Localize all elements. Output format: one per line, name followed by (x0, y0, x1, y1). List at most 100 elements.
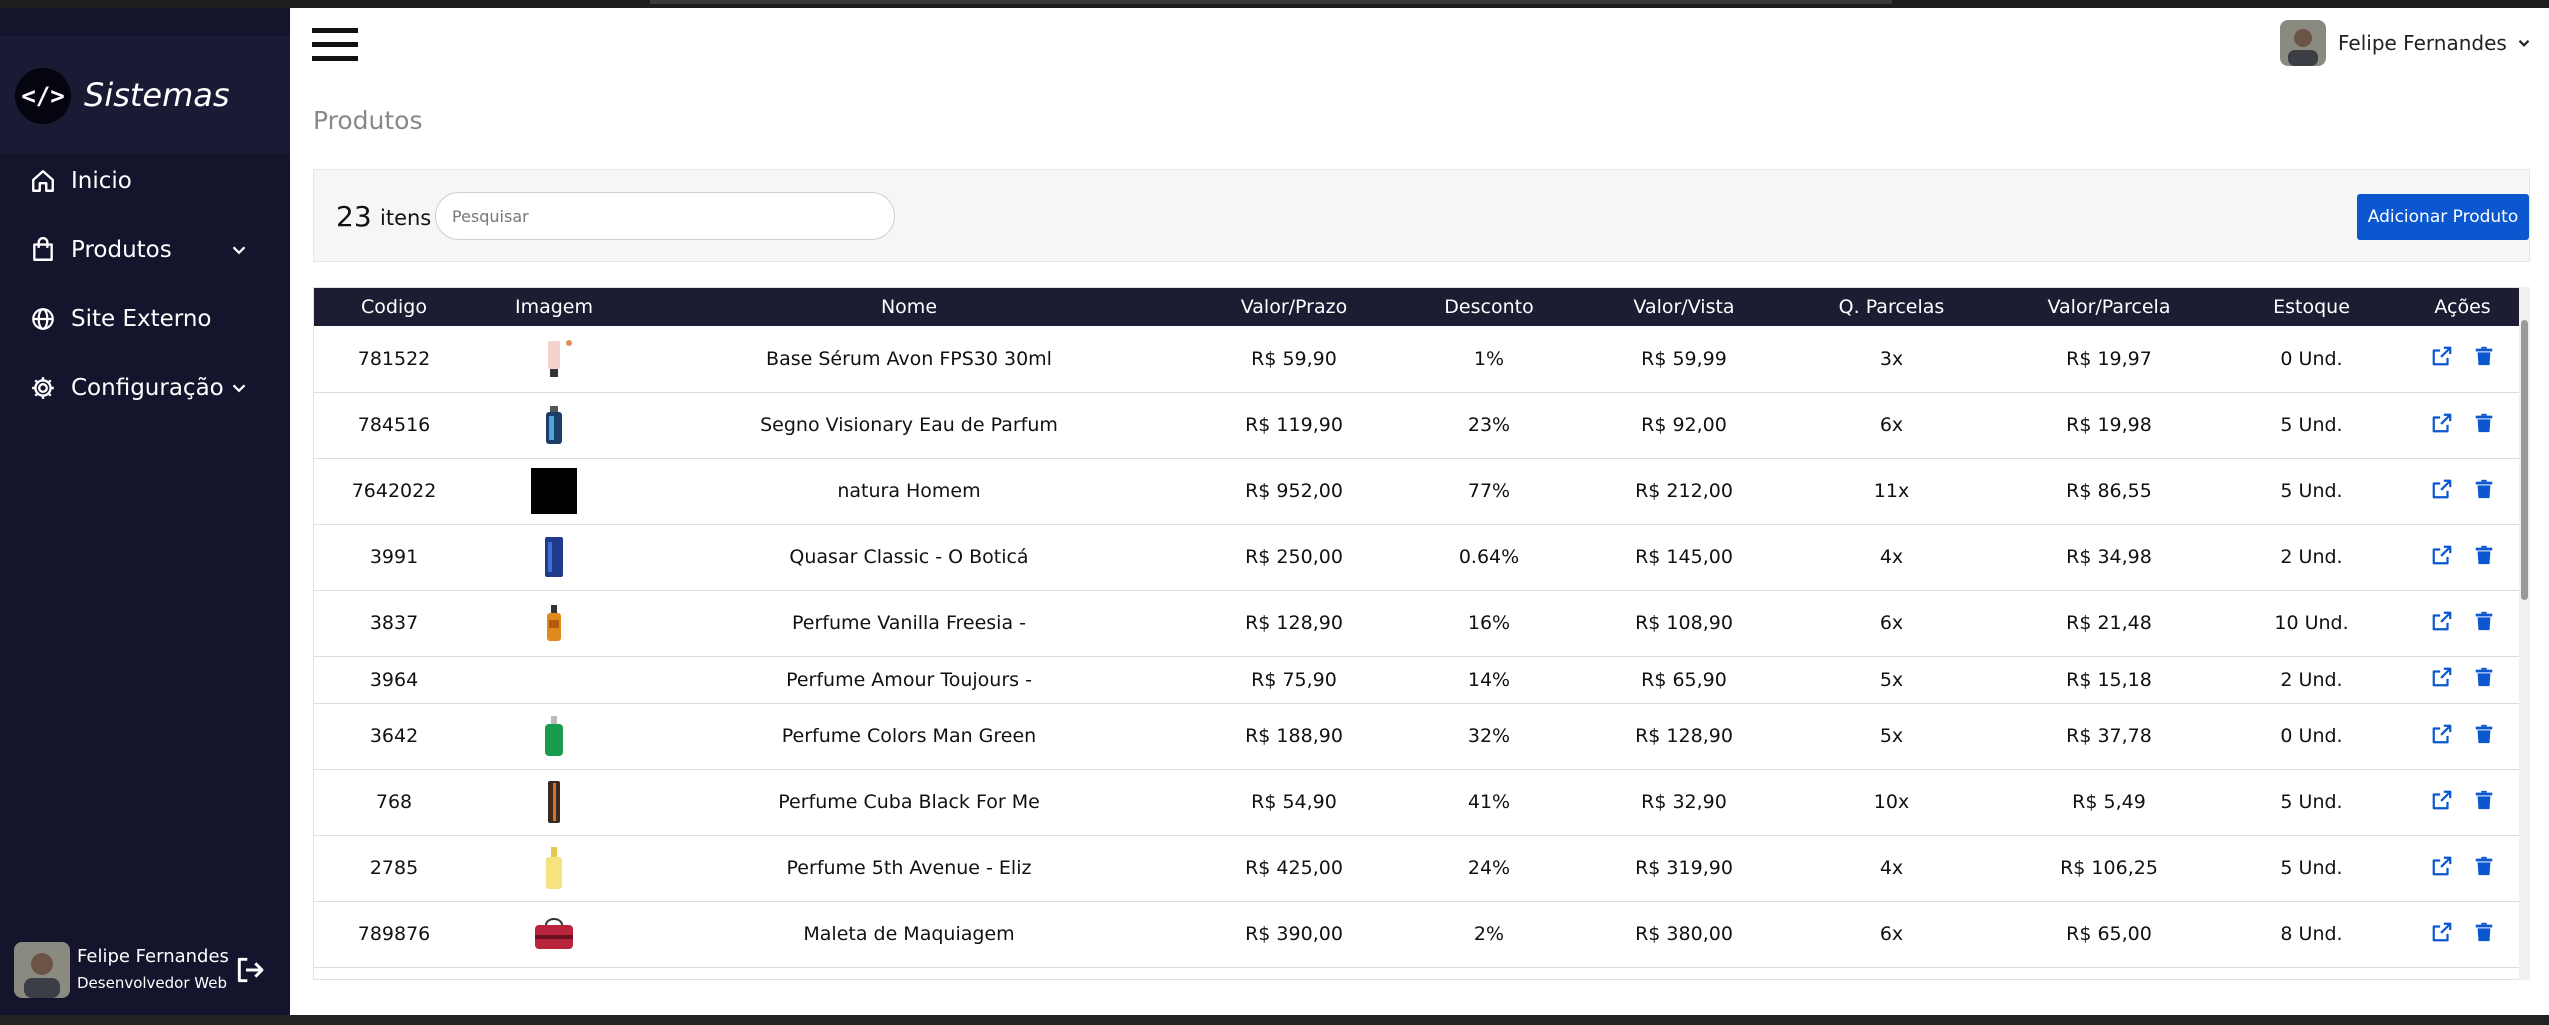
trash-icon[interactable] (2473, 666, 2495, 688)
col-desconto[interactable]: Desconto (1404, 288, 1574, 326)
trash-icon[interactable] (2473, 855, 2495, 877)
cell-desconto: 77% (1404, 458, 1574, 525)
product-image (531, 600, 577, 646)
trash-icon[interactable] (2473, 610, 2495, 632)
sidebar-item-label: Site Externo (71, 306, 212, 332)
product-image (531, 336, 577, 382)
cell-codigo: 3991 (314, 524, 474, 591)
main-content: Felipe Fernandes Produtos 23 itens Adici… (290, 8, 2549, 1015)
logout-icon[interactable] (234, 954, 266, 986)
cell-valor-vista: R$ 212,00 (1574, 458, 1794, 525)
cell-codigo: 3642 (314, 703, 474, 770)
cell-valor-parcela: R$ 21,48 (1989, 590, 2229, 657)
cell-nome: Perfume Amour Toujours - (634, 656, 1184, 704)
trash-icon[interactable] (2473, 921, 2495, 943)
edit-icon[interactable] (2431, 345, 2453, 367)
product-image (531, 911, 577, 957)
table-row[interactable]: 3991 Quasar Classic - O Boticá R$ 250,00 0.… (314, 524, 2529, 591)
col-imagem[interactable]: Imagem (474, 288, 634, 326)
edit-icon[interactable] (2431, 723, 2453, 745)
table-row[interactable]: 3642 Perfume Colors Man Green R$ 188,90 32%… (314, 703, 2529, 770)
col-valor-vista[interactable]: Valor/Vista (1574, 288, 1794, 326)
col-estoque[interactable]: Estoque (2229, 288, 2394, 326)
brand[interactable]: </> Sistemas (0, 36, 290, 154)
sidebar-user-name: Felipe Fernandes (77, 946, 229, 967)
edit-icon[interactable] (2431, 666, 2453, 688)
table-row[interactable]: 3837 Perfume Vanilla Freesia - R$ 128,90 16… (314, 590, 2529, 657)
cell-imagem (474, 392, 634, 459)
cell-imagem (474, 326, 634, 393)
trash-icon[interactable] (2473, 723, 2495, 745)
table-row[interactable]: 2785 Perfume 5th Avenue - Eliz R$ 425,00 24… (314, 835, 2529, 902)
trash-icon[interactable] (2473, 544, 2495, 566)
trash-icon[interactable] (2473, 478, 2495, 500)
product-image (531, 402, 577, 448)
table-row[interactable]: 7642022 natura Homem R$ 952,00 77% R$ 212,00… (314, 458, 2529, 525)
edit-icon[interactable] (2431, 789, 2453, 811)
col-nome[interactable]: Nome (634, 288, 1184, 326)
cell-valor-prazo: R$ 128,90 (1184, 590, 1404, 657)
table-row[interactable]: 781522 Base Sérum Avon FPS30 30ml R$ 59,90… (314, 326, 2529, 393)
table-row[interactable]: 789876 Maleta de Maquiagem R$ 390,00 2% R$ 3… (314, 901, 2529, 968)
table-scrollbar-thumb[interactable] (2521, 320, 2528, 600)
cell-estoque: 8 Und. (2229, 901, 2394, 968)
edit-icon[interactable] (2431, 610, 2453, 632)
sidebar-item-configuracao[interactable]: Configuração (0, 360, 290, 416)
cell-desconto: 1% (1404, 326, 1574, 393)
menu-toggle-icon[interactable] (312, 28, 358, 62)
table-row[interactable]: 784516 Segno Visionary Eau de Parfum R$ 11… (314, 392, 2529, 459)
cell-acoes (2394, 590, 2529, 657)
cell-nome: Perfume 5th Avenue - Eliz (634, 835, 1184, 902)
avatar[interactable] (14, 942, 70, 998)
edit-icon[interactable] (2431, 412, 2453, 434)
col-valor-prazo[interactable]: Valor/Prazo (1184, 288, 1404, 326)
brand-name: Sistemas (84, 76, 230, 114)
cell-desconto: 23% (1404, 392, 1574, 459)
cell-acoes (2394, 458, 2529, 525)
cell-nome: Segno Visionary Eau de Parfum (634, 392, 1184, 459)
globe-icon (32, 308, 54, 330)
trash-icon[interactable] (2473, 345, 2495, 367)
cell-nome: Perfume Colors Man Green (634, 703, 1184, 770)
cell-valor-parcela: R$ 65,00 (1989, 901, 2229, 968)
cell-valor-parcela: R$ 106,25 (1989, 835, 2229, 902)
sidebar: </> Sistemas Inicio Produtos Site Extern… (0, 8, 290, 1015)
col-valor-parcela[interactable]: Valor/Parcela (1989, 288, 2229, 326)
add-product-button[interactable]: Adicionar Produto (2357, 194, 2529, 240)
cell-valor-vista: R$ 108,90 (1574, 590, 1794, 657)
sidebar-user-role: Desenvolvedor Web (77, 974, 227, 992)
cell-valor-parcela: R$ 37,78 (1989, 703, 2229, 770)
sidebar-user-card: Felipe Fernandes Desenvolvedor Web (0, 918, 290, 1015)
cell-desconto: 24% (1404, 835, 1574, 902)
avatar (2280, 20, 2326, 66)
user-menu[interactable]: Felipe Fernandes (2280, 20, 2533, 66)
search-input[interactable] (435, 192, 895, 240)
taskbar (0, 1015, 2549, 1025)
cell-desconto: 32% (1404, 703, 1574, 770)
trash-icon[interactable] (2473, 412, 2495, 434)
table-row[interactable]: 3964 Perfume Amour Toujours - R$ 75,90 14% R… (314, 656, 2529, 704)
cell-parcelas: 4x (1794, 524, 1989, 591)
cell-valor-vista: R$ 59,99 (1574, 326, 1794, 393)
sidebar-item-inicio[interactable]: Inicio (0, 153, 290, 209)
sidebar-item-site-externo[interactable]: Site Externo (0, 291, 290, 347)
sidebar-item-produtos[interactable]: Produtos (0, 222, 290, 278)
edit-icon[interactable] (2431, 478, 2453, 500)
edit-icon[interactable] (2431, 544, 2453, 566)
cell-parcelas: 6x (1794, 392, 1989, 459)
cell-codigo: 7642022 (314, 458, 474, 525)
cell-parcelas: 10x (1794, 769, 1989, 836)
edit-icon[interactable] (2431, 855, 2453, 877)
products-table: Codigo Imagem Nome Valor/Prazo Desconto … (313, 287, 2530, 980)
edit-icon[interactable] (2431, 921, 2453, 943)
col-codigo[interactable]: Codigo (314, 288, 474, 326)
cell-codigo: 2785 (314, 835, 474, 902)
table-row[interactable]: 768 Perfume Cuba Black For Me R$ 54,90 41% R… (314, 769, 2529, 836)
bag-icon (33, 237, 53, 261)
cell-codigo: 3964 (314, 656, 474, 704)
cell-acoes (2394, 524, 2529, 591)
cell-parcelas: 6x (1794, 590, 1989, 657)
trash-icon[interactable] (2473, 789, 2495, 811)
col-parcelas[interactable]: Q. Parcelas (1794, 288, 1989, 326)
product-image (531, 779, 577, 825)
